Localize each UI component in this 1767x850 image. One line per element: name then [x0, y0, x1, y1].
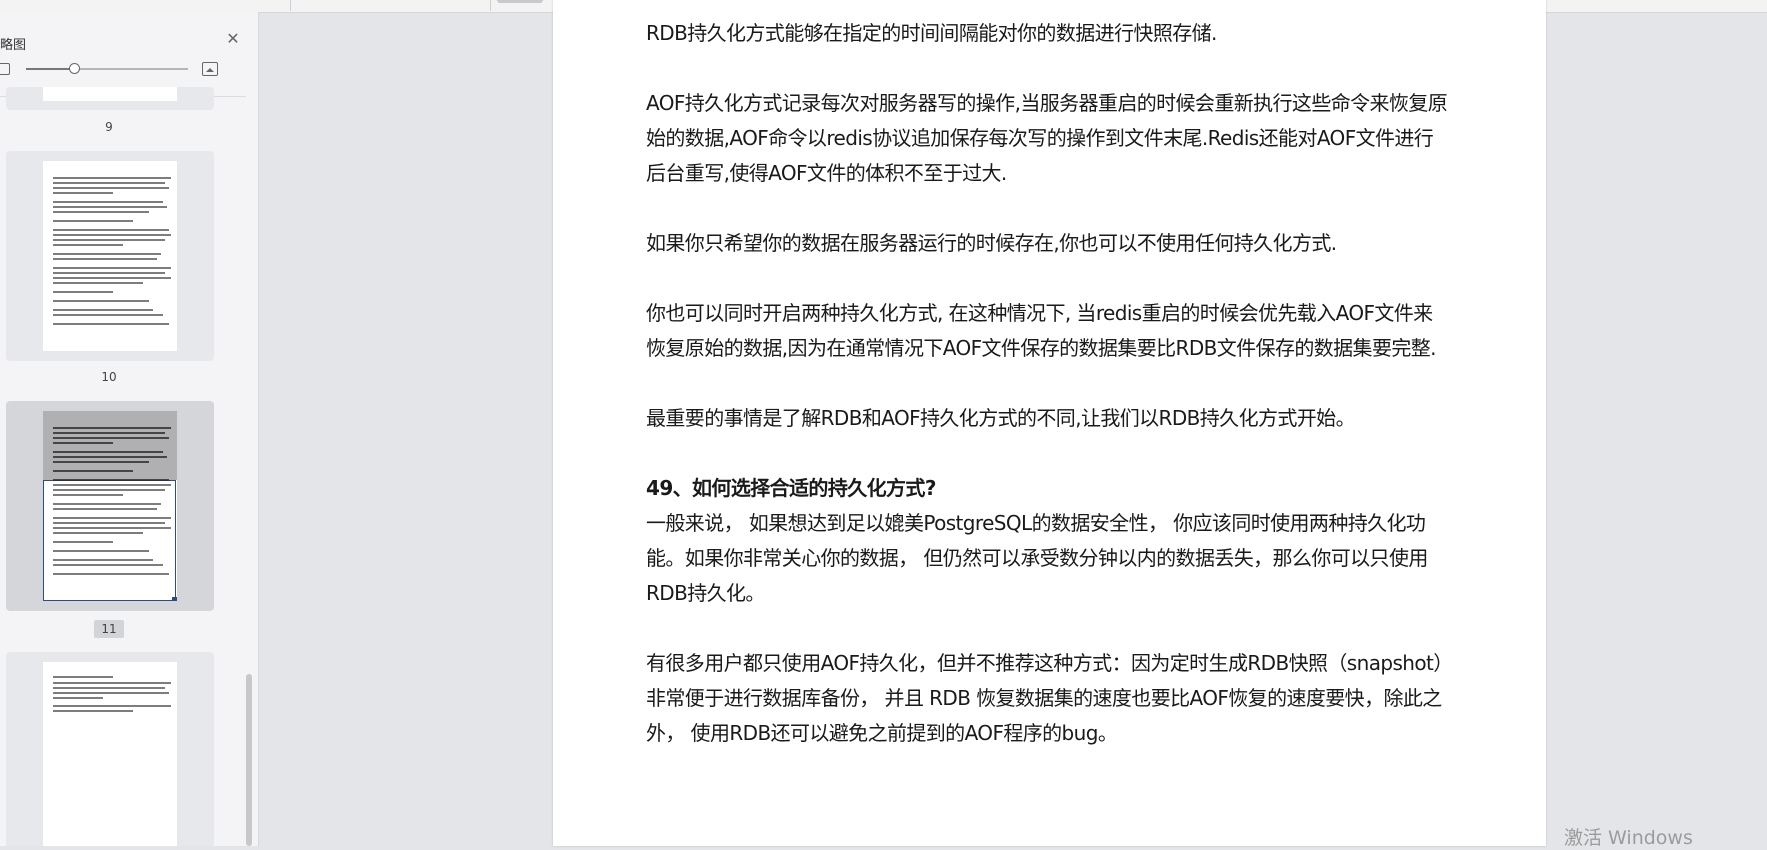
- thumbnail-text-line: [53, 522, 165, 524]
- thumbnail-text-line: [53, 239, 165, 241]
- thumbnail-page-11[interactable]: [6, 401, 214, 611]
- thumbnail-text-line: [53, 432, 165, 434]
- thumbnail-text-line: [53, 517, 171, 519]
- thumbnail-text-line: [53, 244, 123, 246]
- slider-handle[interactable]: [68, 63, 80, 74]
- thumbnail-text-line: [53, 253, 161, 255]
- thumbnail-size-slider[interactable]: [26, 63, 188, 74]
- thumbnail-text-line: [53, 710, 133, 712]
- thumbnail-text-line: [53, 550, 149, 552]
- thumbnail-text-line: [53, 573, 169, 575]
- thumbnail-text-line: [53, 234, 171, 236]
- thumbnail-text-line: [53, 201, 163, 203]
- thumbnail-text-line: [53, 300, 149, 302]
- paragraph: RDB持久化方式能够在指定的时间间隔能对你的数据进行快照存储.: [646, 21, 1217, 45]
- paragraph: AOF持久化方式记录每次对服务器写的操作,当服务器重启的时候会重新执行这些命令来…: [646, 91, 1448, 185]
- thumbnail-text-line: [53, 489, 165, 491]
- thumbnail-text-line: [53, 494, 123, 496]
- thumbnail-text-line: [53, 229, 169, 231]
- thumbnail-text-line: [53, 291, 113, 293]
- thumbnail-image: [43, 87, 177, 101]
- thumbnail-page-12[interactable]: [6, 652, 214, 846]
- thumbnail-text-line: [53, 309, 153, 311]
- thumbnail-label: 9: [105, 120, 113, 134]
- thumbnail-sidebar: 略图 ✕ 9 10 11: [0, 12, 259, 846]
- thumbnail-text-line: [53, 187, 169, 189]
- thumbnail-text-line: [53, 182, 165, 184]
- thumbnail-text-line: [53, 442, 113, 444]
- thumbnail-text-line: [53, 682, 171, 684]
- zoom-out-image-icon[interactable]: [0, 63, 10, 75]
- thumbnail-text-line: [53, 314, 163, 316]
- thumbnail-image: [43, 411, 177, 601]
- thumbnail-label: 11: [94, 620, 124, 638]
- document-content: RDB持久化方式能够在指定的时间间隔能对你的数据进行快照存储. AOF持久化方式…: [646, 16, 1448, 786]
- thumbnail-text-line: [53, 323, 169, 325]
- thumbnail-text-line: [53, 282, 143, 284]
- slider-fill: [26, 68, 75, 70]
- thumbnail-text-line: [53, 503, 161, 505]
- thumbnail-text-line: [53, 687, 165, 689]
- thumbnail-text-line: [53, 258, 157, 260]
- toolbar-separator: [290, 0, 291, 11]
- thumbnail-text-line: [53, 541, 113, 543]
- thumbnail-page-9[interactable]: [6, 87, 214, 110]
- thumbnail-text-line: [53, 676, 113, 678]
- thumbnail-text-line: [53, 206, 167, 208]
- paragraph: 有很多用户都只使用AOF持久化，但并不推荐这种方式：因为定时生成RDB快照（sn…: [646, 651, 1443, 745]
- thumbnail-text-line: [53, 272, 165, 274]
- paragraph: 如果你只希望你的数据在服务器运行的时候存在,你也可以不使用任何持久化方式.: [646, 231, 1337, 255]
- thumbnail-text-line: [53, 559, 153, 561]
- thumbnail-text-line: [53, 277, 171, 279]
- sidebar-title: 略图: [0, 38, 27, 53]
- thumbnail-text-line: [53, 470, 133, 472]
- thumbnail-text-line: [53, 456, 167, 458]
- thumbnail-text-line: [53, 192, 113, 194]
- viewport-resize-handle[interactable]: [172, 597, 177, 601]
- thumbnail-text-line: [53, 705, 171, 707]
- thumbnail-label: 10: [101, 370, 117, 384]
- section-heading: 49、如何选择合适的持久化方式?: [646, 476, 936, 500]
- thumbnail-text-line: [53, 211, 149, 213]
- thumbnail-page-10[interactable]: [6, 151, 214, 361]
- thumbnail-text-line: [53, 484, 171, 486]
- thumbnail-text-line: [53, 692, 169, 694]
- sidebar-scrollbar[interactable]: [246, 674, 252, 846]
- thumbnail-image: [43, 161, 177, 351]
- thumbnail-text-line: [53, 427, 171, 429]
- thumbnail-text-line: [53, 437, 169, 439]
- thumbnail-text-line: [53, 532, 143, 534]
- paragraph: 你也可以同时开启两种持久化方式, 在这种情况下, 当redis重启的时候会优先载…: [646, 301, 1437, 360]
- thumbnail-text-line: [53, 267, 171, 269]
- thumbnail-text-line: [53, 527, 171, 529]
- thumbnail-text-line: [53, 177, 171, 179]
- thumbnail-text-line: [53, 508, 157, 510]
- thumbnail-text-line: [53, 697, 103, 699]
- zoom-in-image-icon[interactable]: [202, 62, 218, 76]
- thumbnail-text-line: [53, 220, 133, 222]
- paragraph: 一般来说， 如果想达到足以媲美PostgreSQL的数据安全性， 你应该同时使用…: [646, 511, 1428, 605]
- paragraph: 最重要的事情是了解RDB和AOF持久化方式的不同,让我们以RDB持久化方式开始。: [646, 406, 1356, 430]
- thumbnail-text-line: [53, 461, 149, 463]
- thumbnail-text-line: [53, 451, 163, 453]
- thumbnail-text-line: [53, 564, 163, 566]
- toolbar-separator: [490, 0, 491, 11]
- close-icon[interactable]: ✕: [226, 31, 240, 47]
- thumbnail-text-line: [53, 479, 169, 481]
- document-page: RDB持久化方式能够在指定的时间间隔能对你的数据进行快照存储. AOF持久化方式…: [553, 0, 1546, 846]
- thumbnail-image: [43, 662, 177, 846]
- toolbar-tab[interactable]: [497, 0, 543, 3]
